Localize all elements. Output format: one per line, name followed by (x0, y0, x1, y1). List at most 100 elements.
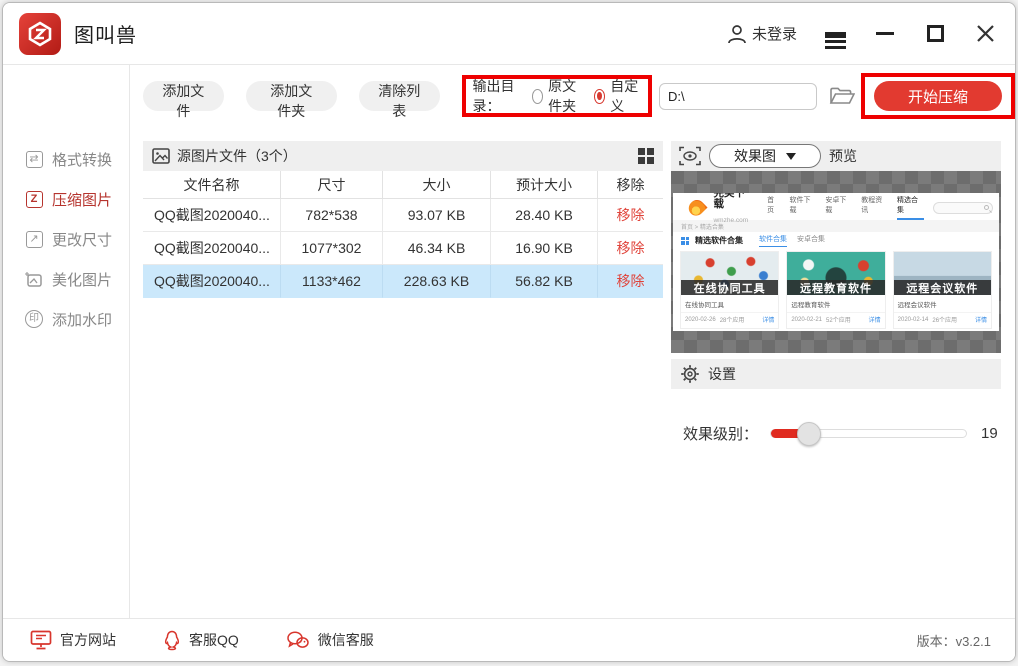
wechat-service-label: 微信客服 (318, 630, 374, 650)
qq-service-link[interactable]: 客服QQ (163, 630, 239, 651)
watermark-icon: 印 (24, 309, 44, 329)
radio-original-label: 原文件夹 (548, 76, 588, 116)
app-title: 图叫兽 (74, 19, 137, 48)
start-compress-button[interactable]: 开始压缩 (874, 81, 1002, 111)
site-card: 远程教育软件 远程教育软件 2020-02-21 52个应用 详情 (786, 251, 885, 329)
source-files-header: 源图片文件（3个） (143, 141, 663, 171)
preview-mode-value: 效果图 (734, 146, 776, 166)
menu-button[interactable] (823, 22, 847, 46)
cell-file-name: QQ截图2020040... (143, 199, 281, 232)
sidebar-item-resize[interactable]: ↗ 更改尺寸 (3, 219, 129, 259)
preview-image: 完美下载 wmzhe.com 首页 软件下载 安卓下载 教程资讯 精选合集 (673, 193, 999, 331)
site-nav-item: 软件下载 (790, 195, 817, 220)
table-header-row: 文件名称 尺寸 大小 预计大小 移除 (143, 171, 663, 199)
radio-custom-label: 自定义 (610, 76, 640, 116)
effect-level-label: 效果级别： (683, 423, 758, 444)
preview-mode-dropdown[interactable]: 效果图 (709, 144, 821, 168)
site-card: 远程会议软件 远程会议软件 2020-02-14 26个应用 详情 (893, 251, 992, 329)
site-nav-item: 首页 (767, 195, 780, 220)
site-tab: 软件合集 (759, 234, 787, 247)
slider-thumb[interactable] (797, 422, 821, 446)
cell-estimated-size: 16.90 KB (491, 232, 598, 265)
official-website-link[interactable]: 官方网站 (30, 630, 116, 650)
titlebar: 图叫兽 未登录 (3, 3, 1015, 65)
preview-panel: 效果图 预览 完美下载 wmzhe.com (671, 141, 1001, 444)
radio-checked-icon (594, 89, 605, 104)
sidebar-item-watermark[interactable]: 印 添加水印 (3, 299, 129, 339)
remove-link[interactable]: 移除 (617, 271, 645, 291)
radio-original-folder[interactable]: 原文件夹 (532, 76, 588, 116)
source-files-panel: 源图片文件（3个） 文件名称 尺寸 大小 预计大小 移除 QQ截图2020040… (143, 141, 663, 444)
qq-service-label: 客服QQ (189, 630, 239, 650)
sidebar-item-format-convert[interactable]: ⇄ 格式转换 (3, 139, 129, 179)
user-icon (726, 23, 748, 45)
add-file-button[interactable]: 添加文件 (143, 81, 224, 111)
toolbar: 添加文件 添加文件夹 清除列表 输出目录： 原文件夹 自定义 (130, 65, 1015, 127)
format-convert-icon: ⇄ (24, 149, 44, 169)
search-icon (984, 205, 989, 210)
close-button[interactable] (973, 22, 997, 46)
cell-dimensions: 1077*302 (281, 232, 383, 265)
cell-estimated-size: 56.82 KB (491, 265, 598, 298)
col-dimensions: 尺寸 (281, 171, 383, 199)
radio-unchecked-icon (532, 89, 543, 104)
site-nav: 首页 软件下载 安卓下载 教程资讯 精选合集 (767, 195, 924, 220)
table-row[interactable]: QQ截图2020040... 1077*302 46.34 KB 16.90 K… (143, 232, 663, 265)
login-button[interactable]: 未登录 (726, 23, 797, 45)
table-row-selected[interactable]: QQ截图2020040... 1133*462 228.63 KB 56.82 … (143, 265, 663, 298)
output-path-input[interactable] (659, 83, 817, 110)
monitor-icon (30, 630, 52, 650)
cell-size: 93.07 KB (383, 199, 491, 232)
minimize-button[interactable] (873, 22, 897, 46)
app-logo-icon (19, 13, 61, 55)
source-files-title: 源图片文件（3个） (177, 146, 631, 166)
cell-dimensions: 782*538 (281, 199, 383, 232)
site-nav-item: 安卓下载 (825, 195, 852, 220)
preview-label: 预览 (829, 146, 857, 166)
cell-dimensions: 1133*462 (281, 265, 383, 298)
sidebar-item-label: 压缩图片 (52, 189, 112, 210)
col-file-name: 文件名称 (143, 171, 281, 199)
preview-canvas: 完美下载 wmzhe.com 首页 软件下载 安卓下载 教程资讯 精选合集 (671, 171, 1001, 353)
section-grid-icon (681, 237, 689, 245)
settings-header: 设置 (671, 359, 1001, 389)
add-folder-button[interactable]: 添加文件夹 (246, 81, 337, 111)
effect-level-value: 19 (981, 425, 998, 442)
beautify-icon (24, 269, 44, 289)
gear-icon (680, 364, 700, 384)
preview-eye-icon (679, 146, 701, 166)
login-label: 未登录 (752, 23, 797, 44)
radio-custom[interactable]: 自定义 (594, 76, 640, 116)
cell-file-name: QQ截图2020040... (143, 265, 281, 298)
cell-estimated-size: 28.40 KB (491, 199, 598, 232)
image-icon (152, 148, 170, 164)
compress-icon: Z (24, 189, 44, 209)
remove-link[interactable]: 移除 (617, 238, 645, 258)
sidebar-item-label: 格式转换 (52, 149, 112, 170)
sidebar: ⇄ 格式转换 Z 压缩图片 ↗ 更改尺寸 美化图片 (3, 65, 130, 619)
effect-level-slider[interactable] (770, 429, 967, 438)
wechat-icon (286, 630, 310, 650)
browse-folder-button[interactable] (829, 86, 855, 106)
maximize-button[interactable] (923, 22, 947, 46)
table-row[interactable]: QQ截图2020040... 782*538 93.07 KB 28.40 KB… (143, 199, 663, 232)
version-label: 版本：v3.2.1 (917, 631, 991, 650)
sidebar-item-label: 美化图片 (52, 269, 112, 290)
site-search-box (933, 202, 993, 214)
grid-view-icon[interactable] (638, 148, 654, 164)
site-logo-text: 完美下载 (713, 193, 754, 210)
clear-list-button[interactable]: 清除列表 (359, 81, 440, 111)
site-nav-item: 精选合集 (897, 195, 924, 220)
resize-icon: ↗ (24, 229, 44, 249)
remove-link[interactable]: 移除 (617, 205, 645, 225)
settings-title: 设置 (708, 364, 736, 384)
site-nav-item: 教程资讯 (861, 195, 888, 220)
cell-file-name: QQ截图2020040... (143, 232, 281, 265)
sidebar-item-compress[interactable]: Z 压缩图片 (3, 179, 129, 219)
sidebar-item-beautify[interactable]: 美化图片 (3, 259, 129, 299)
site-section-title: 精选软件合集 (695, 235, 743, 246)
cell-size: 228.63 KB (383, 265, 491, 298)
footer: 官方网站 客服QQ 微信客服 版本：v3.2.1 (3, 618, 1015, 661)
site-breadcrumb: 首页 > 精选合集 (673, 220, 999, 232)
wechat-service-link[interactable]: 微信客服 (286, 630, 374, 650)
